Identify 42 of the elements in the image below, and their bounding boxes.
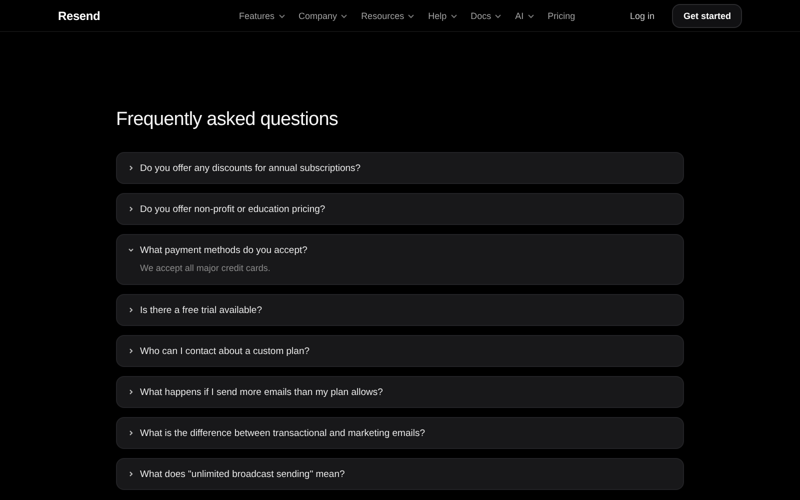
get-started-button[interactable]: Get started <box>672 4 742 28</box>
chevron-down-icon <box>494 12 502 20</box>
nav-link[interactable]: Docs <box>470 10 502 20</box>
chevron-down-icon <box>278 12 286 20</box>
chevron-right-icon <box>127 388 135 396</box>
chevron-down-icon <box>450 12 458 20</box>
faq-question: What happens if I send more emails than my plan allows? <box>140 386 383 398</box>
faq-question: What payment methods do you accept? <box>140 244 308 256</box>
chevron-down-icon <box>407 12 416 20</box>
faq-item[interactable]: What happens if I send more emails than my plan allows? <box>116 376 684 408</box>
faq-item[interactable]: Is there a free trial available? <box>116 294 684 326</box>
faq-item[interactable]: What does "unlimited broadcast sending" mean? <box>116 458 684 490</box>
nav-link[interactable]: Pricing <box>548 10 576 20</box>
faq-item[interactable]: Do you offer non-profit or education pricing? <box>116 193 684 225</box>
faq-question: Who can I contact about a custom plan? <box>140 346 310 356</box>
faq-question: What does "unlimited broadcast sending" mean? <box>140 468 345 480</box>
faq-item[interactable]: Who can I contact about a custom plan? <box>116 335 684 367</box>
faq-answer: We accept all major credit cards. <box>140 263 272 275</box>
chevron-down-icon <box>340 12 348 20</box>
chevron-right-icon <box>127 429 135 437</box>
login-link[interactable]: Log in <box>630 10 654 20</box>
nav-link[interactable]: AI <box>515 10 535 20</box>
nav-link[interactable]: Resources <box>361 10 416 20</box>
faq-question: What is the difference between transactional and marketing emails? <box>140 428 425 438</box>
chevron-down-icon <box>127 246 135 254</box>
chevron-right-icon <box>127 205 135 213</box>
faq-item[interactable]: What is the difference between transactional and marketing emails? <box>116 417 684 449</box>
faq-question: Do you offer any discounts for annual subscriptions? <box>140 162 361 174</box>
faq-question: Is there a free trial available? <box>140 304 262 316</box>
nav-link[interactable]: Company <box>298 10 348 20</box>
nav-link[interactable]: Help <box>428 10 458 20</box>
nav-link[interactable]: Features <box>239 10 286 20</box>
faq-item[interactable]: Do you offer any discounts for annual subscriptions? <box>116 152 684 184</box>
chevron-right-icon <box>127 164 135 172</box>
faq-question: Do you offer non-profit or education pricing? <box>140 204 326 214</box>
chevron-right-icon <box>127 347 135 355</box>
logo[interactable]: Resend <box>58 8 238 22</box>
section-title: Frequently asked questions <box>116 108 339 132</box>
chevron-right-icon <box>127 470 135 478</box>
faq-item[interactable]: What payment methods do you accept? We accept all major credit cards. <box>116 234 684 285</box>
chevron-down-icon <box>526 12 535 20</box>
chevron-right-icon <box>127 306 135 314</box>
